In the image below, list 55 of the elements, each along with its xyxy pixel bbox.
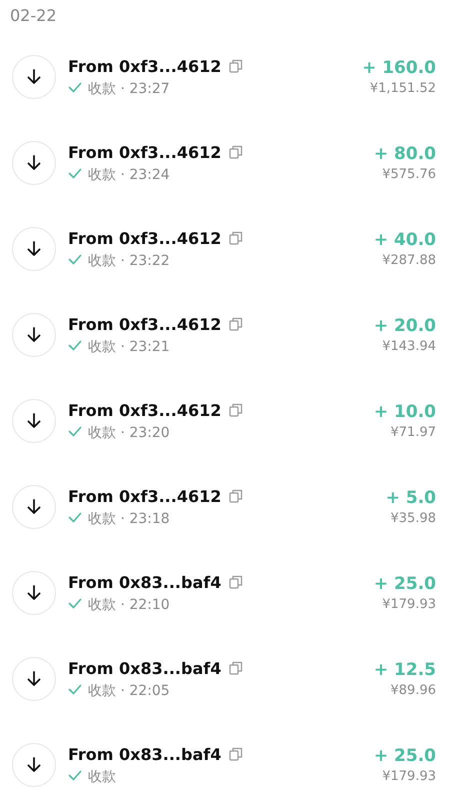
copy-icon[interactable]	[229, 575, 244, 589]
arrow-down-icon	[12, 313, 56, 357]
fiat-amount: ¥575.76	[382, 167, 436, 182]
transaction-status: 收款 · 23:18	[88, 510, 170, 528]
fiat-amount: ¥179.93	[382, 597, 436, 612]
arrow-down-icon	[12, 571, 56, 615]
transaction-title: From 0x83...baf4	[68, 572, 222, 592]
transaction-title: From 0x83...baf4	[68, 658, 222, 678]
date-header: 02-22	[9, 5, 58, 27]
transaction-title: From 0xf3...4612	[68, 400, 222, 420]
fiat-amount: ¥89.96	[390, 683, 436, 698]
transaction-status: 收款 · 23:22	[88, 252, 170, 270]
copy-icon[interactable]	[229, 661, 244, 675]
fiat-amount: ¥179.93	[382, 769, 436, 784]
amount: + 20.0	[374, 316, 436, 336]
copy-icon[interactable]	[229, 59, 244, 73]
transaction-title: From 0xf3...4612	[68, 56, 222, 76]
transaction-title: From 0x83...baf4	[68, 744, 222, 764]
arrow-down-icon	[12, 227, 56, 271]
copy-icon[interactable]	[229, 403, 244, 417]
amount: + 40.0	[374, 230, 436, 250]
copy-icon[interactable]	[229, 145, 244, 159]
transaction-status: 收款 · 23:24	[88, 166, 170, 184]
amount: + 10.0	[374, 402, 436, 422]
transaction-title: From 0xf3...4612	[68, 486, 222, 506]
fiat-amount: ¥35.98	[390, 511, 436, 526]
transaction-status: 收款 · 22:10	[88, 596, 170, 614]
copy-icon[interactable]	[229, 231, 244, 245]
transaction-status: 收款 · 23:20	[88, 424, 170, 442]
amount: + 160.0	[362, 58, 436, 78]
copy-icon[interactable]	[229, 747, 244, 761]
copy-icon[interactable]	[229, 317, 244, 331]
transaction-title: From 0xf3...4612	[68, 314, 222, 334]
arrow-down-icon	[12, 399, 56, 443]
transaction-status: 收款 · 23:21	[88, 338, 170, 356]
amount: + 12.5	[374, 660, 436, 680]
copy-icon[interactable]	[229, 489, 244, 503]
fiat-amount: ¥1,151.52	[370, 81, 436, 96]
amount: + 5.0	[386, 488, 436, 508]
arrow-down-icon	[12, 657, 56, 701]
amount: + 25.0	[374, 746, 436, 766]
amount: + 25.0	[374, 574, 436, 594]
transaction-title: From 0xf3...4612	[68, 142, 222, 162]
fiat-amount: ¥71.97	[390, 425, 436, 440]
transaction-status: 收款	[88, 768, 116, 786]
arrow-down-icon	[12, 485, 56, 529]
transaction-status: 收款 · 23:27	[88, 80, 170, 98]
fiat-amount: ¥143.94	[382, 339, 436, 354]
arrow-down-icon	[12, 55, 56, 99]
arrow-down-icon	[12, 141, 56, 185]
transaction-title: From 0xf3...4612	[68, 228, 222, 248]
transaction-status: 收款 · 22:05	[88, 682, 170, 700]
amount: + 80.0	[374, 144, 436, 164]
fiat-amount: ¥287.88	[382, 253, 436, 268]
arrow-down-icon	[12, 743, 56, 787]
